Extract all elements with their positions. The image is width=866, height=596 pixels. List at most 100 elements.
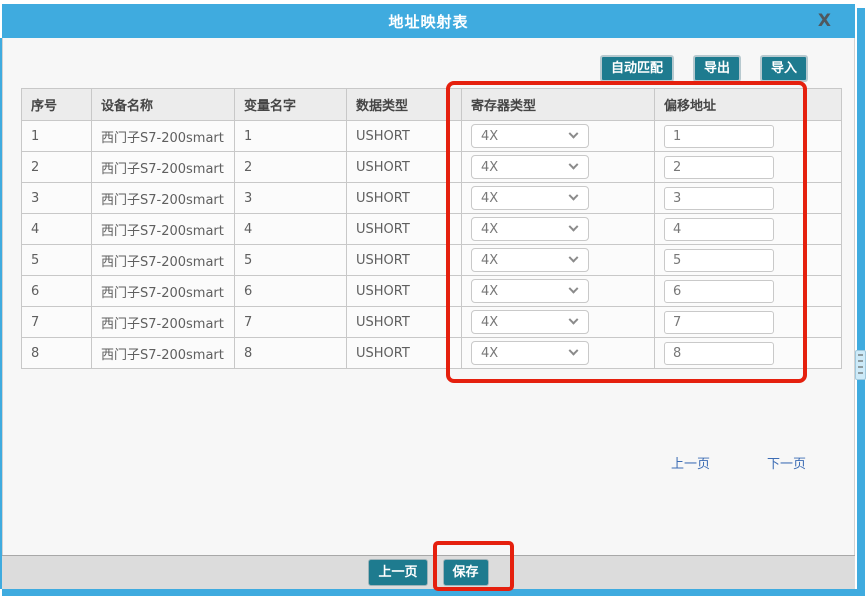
table-row: 8 西门子S7-200smart 8 USHORT 4X <box>22 338 842 369</box>
grip-lines-icon <box>858 354 863 376</box>
register-type-value: 4X <box>481 160 498 175</box>
register-type-select[interactable]: 4X <box>471 124 589 148</box>
register-type-select[interactable]: 4X <box>471 155 589 179</box>
close-icon[interactable]: X <box>818 11 831 31</box>
table-row: 2 西门子S7-200smart 2 USHORT 4X <box>22 152 842 183</box>
register-type-value: 4X <box>481 346 498 361</box>
chevron-down-icon <box>569 190 579 200</box>
cell-no: 3 <box>22 183 92 214</box>
table-row: 3 西门子S7-200smart 3 USHORT 4X <box>22 183 842 214</box>
cell-no: 4 <box>22 214 92 245</box>
cell-datatype: USHORT <box>347 214 462 245</box>
page-title: 地址映射表 <box>388 11 468 32</box>
cell-datatype: USHORT <box>347 338 462 369</box>
pagination-next-link[interactable]: 下一页 <box>767 453 806 472</box>
cell-offset <box>655 183 842 214</box>
register-type-value: 4X <box>481 284 498 299</box>
cell-offset <box>655 338 842 369</box>
register-type-select[interactable]: 4X <box>471 217 589 241</box>
offset-address-input[interactable] <box>664 311 774 334</box>
scrollbar-handle[interactable] <box>855 350 866 380</box>
cell-offset <box>655 214 842 245</box>
cell-device: 西门子S7-200smart <box>92 183 235 214</box>
address-mapping-table: 序号 设备名称 变量名字 数据类型 寄存器类型 偏移地址 1 西门子S7-200… <box>21 88 842 369</box>
cell-datatype: USHORT <box>347 245 462 276</box>
chevron-down-icon <box>569 283 579 293</box>
cell-device: 西门子S7-200smart <box>92 121 235 152</box>
cell-variable: 4 <box>235 214 347 245</box>
register-type-value: 4X <box>481 253 498 268</box>
cell-device: 西门子S7-200smart <box>92 245 235 276</box>
register-type-select[interactable]: 4X <box>471 310 589 334</box>
table-row: 1 西门子S7-200smart 1 USHORT 4X <box>22 121 842 152</box>
table-row: 6 西门子S7-200smart 6 USHORT 4X <box>22 276 842 307</box>
cell-datatype: USHORT <box>347 183 462 214</box>
chevron-down-icon <box>569 221 579 231</box>
cell-no: 7 <box>22 307 92 338</box>
cell-no: 6 <box>22 276 92 307</box>
cell-register: 4X <box>462 276 655 307</box>
cell-device: 西门子S7-200smart <box>92 152 235 183</box>
cell-register: 4X <box>462 214 655 245</box>
offset-address-input[interactable] <box>664 280 774 303</box>
register-type-value: 4X <box>481 222 498 237</box>
offset-address-input[interactable] <box>664 156 774 179</box>
cell-variable: 7 <box>235 307 347 338</box>
header-variable: 变量名字 <box>235 89 347 121</box>
cell-device: 西门子S7-200smart <box>92 276 235 307</box>
cell-offset <box>655 276 842 307</box>
import-button[interactable]: 导入 <box>760 55 808 82</box>
cell-offset <box>655 245 842 276</box>
page-bottom-strip <box>2 589 858 596</box>
cell-offset <box>655 307 842 338</box>
cell-register: 4X <box>462 307 655 338</box>
cell-register: 4X <box>462 338 655 369</box>
register-type-value: 4X <box>481 315 498 330</box>
table-header-row: 序号 设备名称 变量名字 数据类型 寄存器类型 偏移地址 <box>22 89 842 121</box>
register-type-value: 4X <box>481 129 498 144</box>
cell-variable: 2 <box>235 152 347 183</box>
cell-offset <box>655 152 842 183</box>
offset-address-input[interactable] <box>664 249 774 272</box>
toolbar: 自动匹配 导出 导入 <box>600 55 808 82</box>
cell-offset <box>655 121 842 152</box>
cell-datatype: USHORT <box>347 276 462 307</box>
page-right-strip <box>857 8 865 596</box>
dialog-titlebar: 地址映射表 X <box>2 4 855 38</box>
cell-device: 西门子S7-200smart <box>92 338 235 369</box>
register-type-value: 4X <box>481 191 498 206</box>
cell-variable: 6 <box>235 276 347 307</box>
cell-register: 4X <box>462 152 655 183</box>
cell-register: 4X <box>462 245 655 276</box>
offset-address-input[interactable] <box>664 342 774 365</box>
offset-address-input[interactable] <box>664 125 774 148</box>
table-row: 5 西门子S7-200smart 5 USHORT 4X <box>22 245 842 276</box>
cell-variable: 3 <box>235 183 347 214</box>
offset-address-input[interactable] <box>664 218 774 241</box>
pagination-prev-link[interactable]: 上一页 <box>671 453 710 472</box>
offset-address-input[interactable] <box>664 187 774 210</box>
table-row: 4 西门子S7-200smart 4 USHORT 4X <box>22 214 842 245</box>
cell-device: 西门子S7-200smart <box>92 214 235 245</box>
register-type-select[interactable]: 4X <box>471 186 589 210</box>
cell-no: 5 <box>22 245 92 276</box>
cell-datatype: USHORT <box>347 307 462 338</box>
prev-page-button[interactable]: 上一页 <box>368 559 427 586</box>
cell-no: 8 <box>22 338 92 369</box>
register-type-select[interactable]: 4X <box>471 279 589 303</box>
chevron-down-icon <box>569 314 579 324</box>
header-device: 设备名称 <box>92 89 235 121</box>
register-type-select[interactable]: 4X <box>471 341 589 365</box>
cell-datatype: USHORT <box>347 121 462 152</box>
cell-datatype: USHORT <box>347 152 462 183</box>
register-type-select[interactable]: 4X <box>471 248 589 272</box>
auto-match-button[interactable]: 自动匹配 <box>600 55 674 82</box>
export-button[interactable]: 导出 <box>693 55 741 82</box>
save-button[interactable]: 保存 <box>443 559 489 586</box>
dialog-footer: 上一页 保存 <box>2 555 855 589</box>
header-no: 序号 <box>22 89 92 121</box>
cell-device: 西门子S7-200smart <box>92 307 235 338</box>
cell-no: 1 <box>22 121 92 152</box>
cell-no: 2 <box>22 152 92 183</box>
cell-register: 4X <box>462 183 655 214</box>
